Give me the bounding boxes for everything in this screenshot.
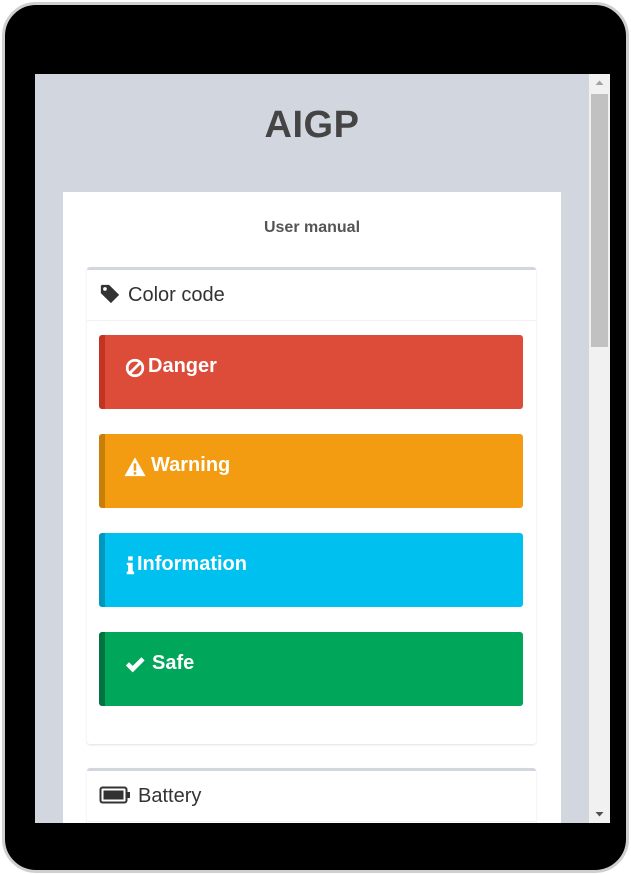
manual-panel: User manual Color code Danger Warning In… — [63, 192, 561, 823]
callout-label: Information — [137, 553, 247, 575]
color-code-title: Color code — [128, 284, 225, 306]
color-code-box: Color code Danger Warning Information Sa… — [87, 267, 536, 744]
callout-label: Warning — [151, 454, 231, 476]
tag-icon — [100, 284, 120, 304]
battery-icon — [99, 786, 130, 804]
ban-icon — [125, 358, 145, 378]
callout-warning: Warning — [99, 434, 523, 508]
scrollbar-thumb[interactable] — [591, 94, 608, 347]
scroll-down-icon[interactable] — [589, 806, 610, 823]
warning-icon — [124, 457, 146, 477]
app-title: AIGP — [264, 104, 360, 146]
battery-header: Battery — [87, 771, 536, 822]
scroll-up-icon[interactable] — [589, 74, 610, 91]
app-screen: AIGP User manual Color code Danger Warni… — [35, 74, 610, 823]
callout-label: Danger — [148, 355, 217, 377]
color-code-header: Color code — [87, 270, 536, 321]
battery-box: Battery — [87, 768, 536, 823]
callout-information: Information — [99, 533, 523, 607]
vertical-scrollbar[interactable] — [589, 74, 610, 823]
callout-safe: Safe — [99, 632, 523, 706]
page-content: AIGP User manual Color code Danger Warni… — [35, 74, 589, 823]
manual-title: User manual — [263, 219, 361, 236]
device-frame: AIGP User manual Color code Danger Warni… — [2, 2, 629, 873]
check-icon — [125, 657, 145, 673]
callout-label: Safe — [152, 652, 195, 674]
callout-danger: Danger — [99, 335, 523, 409]
battery-title: Battery — [138, 785, 202, 807]
